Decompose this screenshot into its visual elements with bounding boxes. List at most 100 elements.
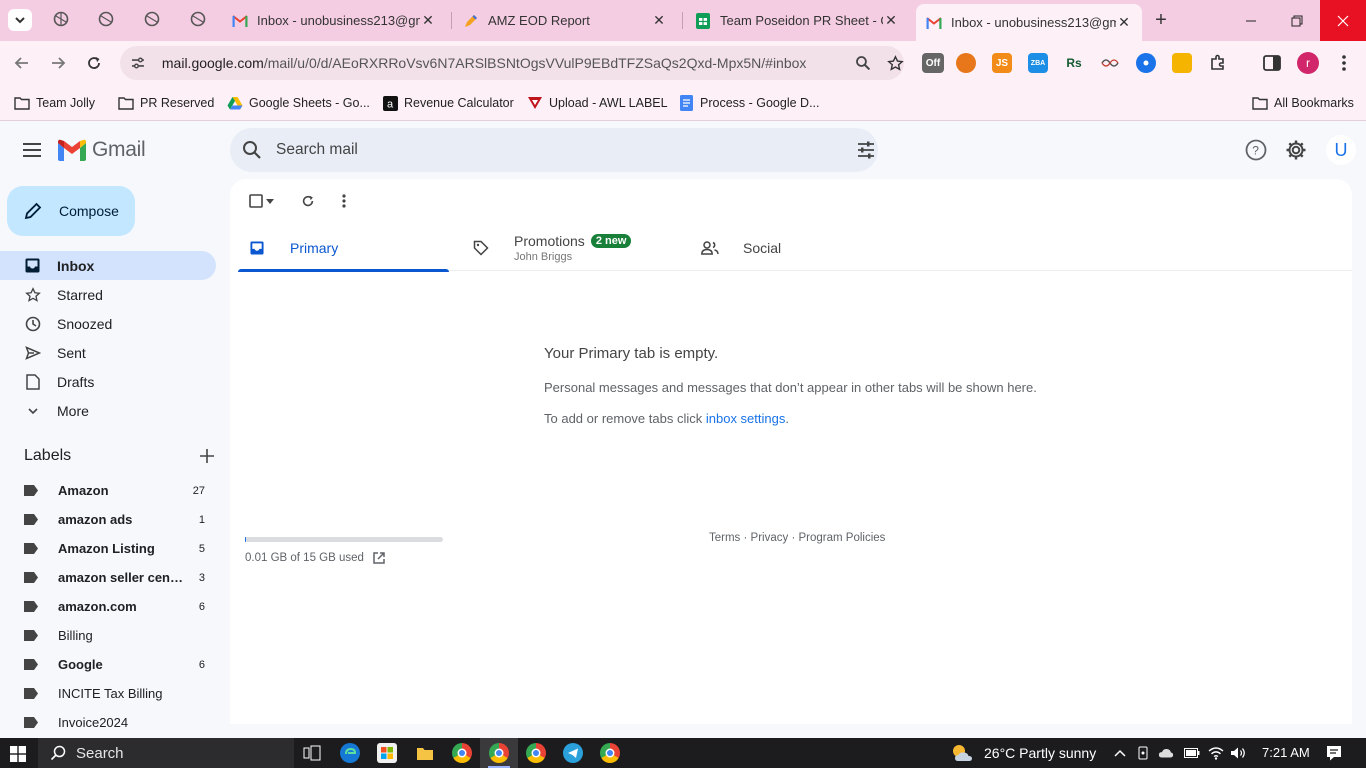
ext-rs-icon[interactable]: Rs xyxy=(1064,53,1084,73)
chrome-icon[interactable] xyxy=(452,743,472,763)
settings-button[interactable] xyxy=(1284,138,1308,162)
store-icon[interactable] xyxy=(377,743,397,763)
weather-widget[interactable]: 26°C Partly sunny xyxy=(950,743,1096,763)
search-filter-icon[interactable] xyxy=(856,141,876,159)
close-icon[interactable]: ✕ xyxy=(883,12,899,29)
privacy-link[interactable]: Privacy xyxy=(751,532,789,544)
task-view-icon[interactable] xyxy=(302,743,322,763)
pinned-tab-2[interactable] xyxy=(97,10,115,28)
label-item-amazon-seller-central[interactable]: amazon seller central 3 xyxy=(0,563,230,592)
ext-helix-icon[interactable] xyxy=(1100,53,1120,73)
ext-blue-circle-icon[interactable] xyxy=(1136,53,1156,73)
refresh-button[interactable] xyxy=(298,191,318,211)
wifi-icon[interactable] xyxy=(1208,745,1224,761)
side-panel-icon[interactable] xyxy=(1262,53,1282,73)
ext-yellow-icon[interactable] xyxy=(1172,53,1192,73)
search-input[interactable] xyxy=(276,141,816,159)
telegram-icon[interactable] xyxy=(563,743,583,763)
tab-search-button[interactable] xyxy=(8,9,32,31)
label-item-invoice2024[interactable]: Invoice2024 xyxy=(0,708,230,737)
sidebar-item-inbox[interactable]: Inbox xyxy=(0,251,216,280)
windows-start-icon[interactable] xyxy=(10,746,26,762)
inbox-settings-link[interactable]: inbox settings xyxy=(706,411,786,426)
notification-icon[interactable] xyxy=(1325,744,1343,762)
tab-gmail-inbox-1[interactable]: Inbox - unobusiness213@gmail.com ✕ xyxy=(222,6,446,35)
restore-button[interactable] xyxy=(1274,0,1320,41)
taskbar-clock[interactable]: 7:21 AM xyxy=(1262,745,1310,760)
browser-profile-avatar[interactable]: r xyxy=(1297,52,1319,74)
all-bookmarks-button[interactable]: All Bookmarks xyxy=(1252,93,1354,113)
taskbar-search[interactable]: Search xyxy=(38,738,294,768)
extensions-puzzle-icon[interactable] xyxy=(1208,53,1228,73)
search-icon[interactable] xyxy=(242,140,262,160)
label-item-amazon-ads[interactable]: amazon ads 1 xyxy=(0,505,230,534)
address-bar[interactable]: mail.google.com/mail/u/0/d/AEoRXRRoVsv6N… xyxy=(120,46,904,80)
bookmark-upload-awl-label[interactable]: Upload - AWL LABEL xyxy=(527,93,668,113)
ext-off-icon[interactable]: Off xyxy=(922,53,944,73)
sidebar-item-sent[interactable]: Sent xyxy=(0,338,216,367)
label-item-amazon-com[interactable]: amazon.com 6 xyxy=(0,592,230,621)
bookmark-google-sheets[interactable]: Google Sheets - Go... xyxy=(227,93,370,113)
chevron-up-icon[interactable] xyxy=(1112,745,1128,761)
help-button[interactable]: ? xyxy=(1244,138,1268,162)
sidebar-item-drafts[interactable]: Drafts xyxy=(0,367,216,396)
open-external-icon[interactable] xyxy=(372,551,386,565)
ext-zba-icon[interactable]: ZBA xyxy=(1028,53,1048,73)
sidebar-item-starred[interactable]: Starred xyxy=(0,280,216,309)
close-icon[interactable]: ✕ xyxy=(1116,14,1132,31)
chrome-profile-icon[interactable] xyxy=(489,743,509,763)
sidebar-item-more[interactable]: More xyxy=(0,396,216,425)
plus-icon[interactable] xyxy=(200,449,214,463)
battery-icon[interactable] xyxy=(1184,745,1200,761)
program-policies-link[interactable]: Program Policies xyxy=(798,532,885,544)
select-dropdown[interactable] xyxy=(263,191,277,211)
close-window-button[interactable] xyxy=(1320,0,1366,41)
tab-promotions[interactable]: Promotions 2 new John Briggs xyxy=(472,225,692,271)
tab-team-poseidon-sheet[interactable]: Team Poseidon PR Sheet - Google Sheets ✕ xyxy=(685,6,909,35)
bookmark-team-jolly[interactable]: Team Jolly xyxy=(14,93,95,113)
zoom-icon[interactable] xyxy=(855,55,871,71)
label-item-google[interactable]: Google 6 xyxy=(0,650,230,679)
terms-link[interactable]: Terms xyxy=(709,532,740,544)
gmail-logo[interactable]: Gmail xyxy=(58,138,146,162)
ext-orange-icon[interactable] xyxy=(956,53,976,73)
bookmark-revenue-calculator[interactable]: a Revenue Calculator xyxy=(382,93,514,113)
account-avatar[interactable]: U xyxy=(1326,135,1356,165)
ext-js-icon[interactable]: JS xyxy=(992,53,1012,73)
close-icon[interactable]: ✕ xyxy=(651,12,667,29)
site-info-icon[interactable] xyxy=(130,55,146,71)
label-item-billing[interactable]: Billing xyxy=(0,621,230,650)
bookmark-star-icon[interactable] xyxy=(887,54,904,72)
bookmark-pr-reserved[interactable]: PR Reserved xyxy=(118,93,214,113)
compose-button[interactable]: Compose xyxy=(7,186,135,236)
tab-amz-eod-report[interactable]: AMZ EOD Report ✕ xyxy=(453,6,677,35)
edge-icon[interactable] xyxy=(340,743,360,763)
tab-gmail-inbox-active[interactable]: Inbox - unobusiness213@gmail.com ✕ xyxy=(916,4,1142,41)
kebab-menu-icon[interactable] xyxy=(1334,53,1354,73)
volume-icon[interactable] xyxy=(1230,745,1246,761)
sidebar-item-snoozed[interactable]: Snoozed xyxy=(0,309,216,338)
more-actions-button[interactable] xyxy=(334,191,354,211)
chrome-profile-icon[interactable] xyxy=(600,743,620,763)
file-explorer-icon[interactable] xyxy=(415,743,435,763)
close-icon[interactable]: ✕ xyxy=(420,12,436,29)
new-tab-button[interactable]: + xyxy=(1150,9,1172,31)
minimize-button[interactable] xyxy=(1228,0,1274,41)
bookmark-process-google-docs[interactable]: Process - Google D... xyxy=(678,93,820,113)
onedrive-icon[interactable] xyxy=(1158,745,1174,761)
tab-social[interactable]: Social xyxy=(701,225,901,271)
meet-now-icon[interactable] xyxy=(1136,745,1152,761)
search-bar[interactable] xyxy=(230,128,878,172)
back-button[interactable] xyxy=(9,50,35,76)
main-menu-button[interactable] xyxy=(20,138,44,162)
label-item-amazon[interactable]: Amazon 27 xyxy=(0,476,230,505)
pinned-tab-3[interactable] xyxy=(143,10,161,28)
label-item-amazon-listing[interactable]: Amazon Listing 5 xyxy=(0,534,230,563)
pinned-tab-4[interactable] xyxy=(189,10,207,28)
forward-button[interactable] xyxy=(45,50,71,76)
chrome-profile-icon[interactable] xyxy=(526,743,546,763)
label-item-incite-tax-billing[interactable]: INCITE Tax Billing xyxy=(0,679,230,708)
reload-button[interactable] xyxy=(81,50,107,76)
tab-primary[interactable]: Primary xyxy=(238,225,449,272)
pinned-tab-1[interactable] xyxy=(52,10,70,28)
